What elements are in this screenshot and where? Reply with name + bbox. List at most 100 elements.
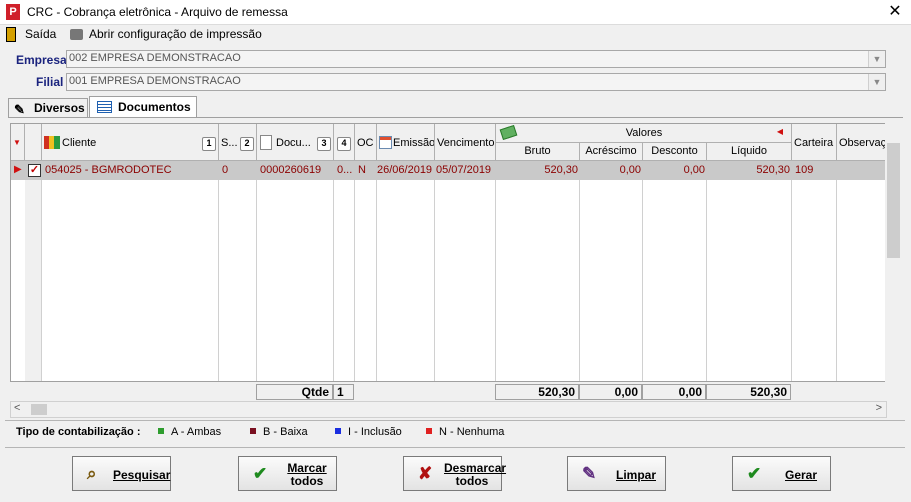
header-documento-label: Docu... [276, 137, 311, 149]
column-divider [377, 161, 435, 381]
header-carteira[interactable]: Carteira [792, 124, 837, 161]
marcar-todos-label: todos [290, 474, 324, 488]
app-icon: P [6, 4, 20, 20]
print-config-menu-item[interactable]: Abrir configuração de impressão [70, 26, 262, 42]
filial-select[interactable]: 001 EMPRESA DEMONSTRACAO ▼ [66, 73, 886, 91]
total-liquido: 520,30 [706, 384, 791, 400]
row-checkbox[interactable]: ✓ [28, 164, 41, 177]
header-indicator: ▼ [11, 124, 25, 161]
scroll-right-icon[interactable]: > [876, 402, 882, 414]
pesquisar-button[interactable]: ⌕ Pesquisar [72, 456, 171, 491]
checkmark-icon: ✔ [253, 464, 268, 483]
scroll-thumb[interactable] [31, 404, 47, 415]
header-emissao[interactable]: Emissão [377, 124, 435, 161]
exit-menu-item[interactable]: Saída [6, 26, 57, 43]
scroll-left-icon[interactable]: < [14, 402, 20, 414]
document-icon [260, 135, 272, 150]
gerar-button[interactable]: ✔ Gerar [732, 456, 831, 491]
header-cliente[interactable]: Cliente 1 [42, 124, 219, 161]
total-bruto: 520,30 [495, 384, 579, 400]
filial-value: 001 EMPRESA DEMONSTRACAO [69, 75, 241, 87]
marcar-label: Marcar [287, 461, 327, 475]
chevron-down-icon[interactable]: ▼ [868, 51, 885, 67]
sort-order-badge: 3 [317, 137, 331, 151]
header-liquido[interactable]: Líquido [707, 143, 792, 161]
column-divider [257, 161, 334, 381]
legend-item-baixa: B - Baixa [250, 426, 308, 438]
tab-documentos[interactable]: Documentos [89, 96, 197, 118]
cell-oc: N [358, 164, 366, 176]
header-oc[interactable]: OC [355, 124, 377, 161]
header-col4[interactable]: 4 [334, 124, 355, 161]
cell-carteira: 109 [795, 164, 814, 176]
cell-bruto: 520,30 [544, 164, 578, 176]
column-divider [643, 161, 707, 381]
blue-square-icon [335, 428, 341, 435]
sort-order-badge: 1 [202, 137, 216, 151]
header-vencimento-label: Vencimento [437, 137, 495, 149]
x-mark-icon: ✘ [418, 464, 433, 483]
legend-item-nenhuma: N - Nenhuma [426, 426, 504, 438]
column-divider [496, 161, 580, 381]
printer-icon [70, 29, 83, 41]
header-vencimento[interactable]: Vencimento [435, 124, 496, 161]
exit-label: Saída [25, 27, 57, 41]
header-observacao[interactable]: Observaç [837, 124, 886, 161]
header-bruto[interactable]: Bruto [496, 143, 580, 161]
horizontal-scrollbar[interactable]: < > [10, 401, 887, 418]
search-binoculars-icon: ⌕ [87, 464, 97, 483]
cell-desconto: 0,00 [683, 164, 705, 176]
maroon-square-icon [250, 428, 256, 435]
header-valores: Valores ◀ [496, 124, 792, 143]
tab-divider [8, 117, 903, 118]
close-button[interactable]: ✕ [880, 0, 910, 24]
empresa-select[interactable]: 002 EMPRESA DEMONSTRACAO ▼ [66, 50, 886, 68]
tab-diversos[interactable]: ✎ Diversos [8, 98, 88, 118]
column-divider [42, 161, 219, 381]
gerar-label: Gerar [784, 468, 818, 482]
column-divider [25, 161, 42, 381]
legend-label: I - Inclusão [348, 426, 402, 438]
vertical-scrollbar[interactable] [885, 123, 902, 383]
legend-item-inclusao: I - Inclusão [335, 426, 402, 438]
column-divider [334, 161, 355, 381]
documents-grid[interactable]: ▼ Cliente 1 S... 2 Docu... 3 4 OC Emissã… [10, 123, 887, 382]
legend-label: N - Nenhuma [439, 426, 505, 438]
cell-emissao: 26/06/2019 [377, 164, 433, 176]
marcar-todos-button[interactable]: ✔ Marcar todos [238, 456, 337, 491]
cell-acrescimo: 0,00 [619, 164, 641, 176]
limpar-button[interactable]: ✎ Limpar [567, 456, 666, 491]
scroll-thumb[interactable] [887, 143, 900, 258]
tab-diversos-label: Diversos [34, 101, 85, 115]
qtde-value: 1 [333, 384, 354, 400]
window-title: CRC - Cobrança eletrônica - Arquivo de r… [27, 5, 288, 19]
header-acrescimo[interactable]: Acréscimo [580, 143, 643, 161]
desmarcar-todos-button[interactable]: ✘ Desmarcar todos [403, 456, 506, 491]
checkmark-icon: ✔ [747, 464, 762, 483]
column-divider [435, 161, 496, 381]
header-cliente-label: Cliente [62, 137, 97, 149]
header-emissao-label: Emissão [393, 137, 435, 149]
green-square-icon [158, 428, 164, 435]
cell-cliente: 054025 - BGMRODOTEC [45, 164, 172, 176]
cell-liquido: 520,30 [756, 164, 790, 176]
header-documento[interactable]: Docu... 3 [257, 124, 334, 161]
table-icon [97, 101, 112, 113]
header-desconto[interactable]: Desconto [643, 143, 707, 161]
column-divider [355, 161, 377, 381]
legend-item-ambas: A - Ambas [158, 426, 221, 438]
caret-left-icon: ◀ [776, 127, 783, 136]
header-valores-label: Valores [625, 127, 663, 139]
limpar-label: Limpar [615, 468, 656, 482]
table-row[interactable]: ▶ ✓ 054025 - BGMRODOTEC 0 0000260619 0..… [11, 161, 886, 180]
menu-bar: Saída Abrir configuração de impressão [0, 24, 911, 44]
gift-boxes-icon [44, 136, 60, 149]
qtde-label: Qtde [256, 384, 333, 400]
cell-documento: 0000260619 [260, 164, 322, 176]
cell-s: 0 [222, 164, 229, 176]
chevron-down-icon[interactable]: ▼ [868, 74, 885, 90]
legend-label: A - Ambas [171, 426, 222, 438]
red-square-icon [426, 428, 432, 435]
total-desconto: 0,00 [642, 384, 706, 400]
header-s[interactable]: S... 2 [219, 124, 257, 161]
